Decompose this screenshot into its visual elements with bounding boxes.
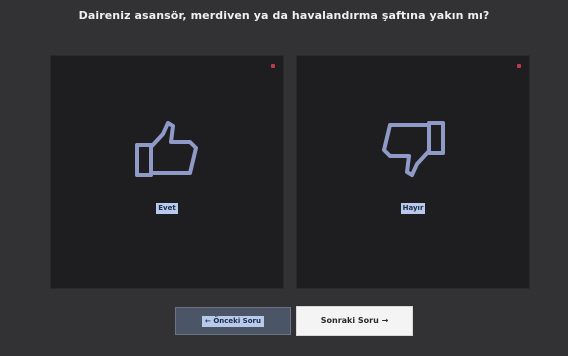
survey-page: Daireniz asansör, merdiven ya da havalan… — [0, 0, 568, 356]
corner-indicator — [517, 64, 521, 68]
option-card-no[interactable]: Hayır — [296, 55, 530, 289]
option-card-yes[interactable]: Evet — [50, 55, 284, 289]
previous-question-label: ← Önceki Soru — [202, 315, 264, 327]
thumbs-up-icon — [51, 118, 283, 178]
next-question-button[interactable]: Sonraki Soru → — [296, 306, 413, 336]
option-label-no: Hayır — [400, 203, 426, 214]
question-title: Daireniz asansör, merdiven ya da havalan… — [78, 9, 490, 22]
previous-question-button[interactable]: ← Önceki Soru — [175, 307, 291, 335]
corner-indicator — [271, 64, 275, 68]
next-question-label: Sonraki Soru → — [320, 316, 389, 325]
thumbs-down-icon — [297, 118, 529, 178]
option-label-yes: Evet — [156, 203, 178, 214]
